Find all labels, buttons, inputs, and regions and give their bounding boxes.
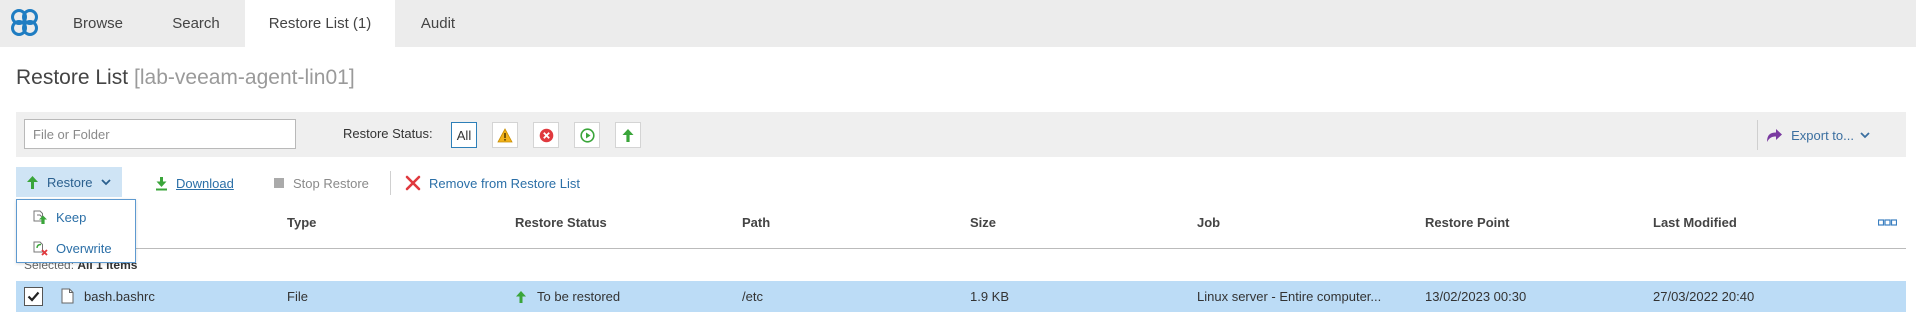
file-or-folder-search-input[interactable] xyxy=(24,119,296,149)
export-to-button[interactable]: Export to... xyxy=(1765,124,1878,146)
restore-dropdown-menu: Keep Overwrite xyxy=(16,199,136,263)
error-icon xyxy=(539,128,553,142)
file-icon xyxy=(61,288,74,304)
cell-restore-status: To be restored xyxy=(515,289,620,304)
restore-button-label: Restore xyxy=(47,174,93,190)
cell-size: 1.9 KB xyxy=(970,289,1010,304)
column-header-type[interactable]: Type xyxy=(287,215,316,230)
download-label: Download xyxy=(176,175,234,191)
page-title: Restore List [lab-veeam-agent-lin01] xyxy=(16,66,355,90)
table-header-divider xyxy=(16,248,1906,249)
warning-icon xyxy=(497,127,513,142)
status-filter-error-button[interactable] xyxy=(533,122,559,148)
download-icon xyxy=(156,176,167,190)
column-header-size[interactable]: Size xyxy=(970,215,996,230)
download-button[interactable]: Download xyxy=(155,173,234,193)
status-filter-all-label: All xyxy=(456,127,472,143)
remove-from-restore-list-label: Remove from Restore List xyxy=(429,175,580,191)
tab-browse[interactable]: Browse xyxy=(52,0,144,47)
column-header-last-modified[interactable]: Last Modified xyxy=(1653,215,1737,230)
remove-from-restore-list-button[interactable]: Remove from Restore List xyxy=(405,173,580,193)
arrow-up-icon xyxy=(27,175,38,189)
menu-item-keep[interactable]: Keep xyxy=(17,202,135,232)
column-header-restore-status[interactable]: Restore Status xyxy=(515,215,607,230)
menu-item-overwrite-label: Overwrite xyxy=(56,240,112,256)
filter-bar: Restore Status: All Export to... xyxy=(16,112,1906,157)
cell-name: bash.bashrc xyxy=(84,289,155,304)
cell-type: File xyxy=(287,289,308,304)
status-filter-all-button[interactable]: All xyxy=(451,122,477,148)
cell-restore-point: 13/02/2023 00:30 xyxy=(1425,289,1527,304)
cell-last-modified: 27/03/2022 20:40 xyxy=(1653,289,1755,304)
close-icon xyxy=(405,175,421,191)
cell-job: Linux server - Entire computer... xyxy=(1197,289,1382,304)
cell-restore-status-text: To be restored xyxy=(537,289,621,304)
restore-status-label: Restore Status: xyxy=(343,126,433,141)
tab-audit[interactable]: Audit xyxy=(397,0,479,47)
checkmark-icon xyxy=(27,291,40,302)
restore-keep-icon xyxy=(33,210,47,224)
row-checkbox[interactable] xyxy=(24,287,43,306)
menu-item-keep-label: Keep xyxy=(56,209,87,225)
status-filter-warning-button[interactable] xyxy=(492,122,518,148)
tab-restore-list[interactable]: Restore List (1) xyxy=(245,0,395,47)
app-logo-icon[interactable] xyxy=(6,5,42,41)
menu-item-overwrite[interactable]: Overwrite xyxy=(17,233,135,263)
toolbar-divider xyxy=(390,171,391,195)
status-filter-to-be-restored-button[interactable] xyxy=(615,122,641,148)
column-header-job[interactable]: Job xyxy=(1197,215,1220,230)
restore-button[interactable]: Restore xyxy=(16,167,122,197)
page-title-text: Restore List xyxy=(16,66,129,89)
export-arrow-icon xyxy=(1767,129,1783,142)
cell-path: /etc xyxy=(742,289,763,304)
arrow-up-icon xyxy=(622,128,634,142)
restore-overwrite-icon xyxy=(33,241,48,256)
stop-icon xyxy=(274,178,284,188)
status-filter-in-progress-button[interactable] xyxy=(574,122,600,148)
page-title-host: [lab-veeam-agent-lin01] xyxy=(134,66,355,89)
chevron-down-icon xyxy=(1860,131,1870,138)
column-header-path[interactable]: Path xyxy=(742,215,770,230)
chevron-down-icon xyxy=(100,178,111,185)
top-nav-bar: Browse Search Restore List (1) Audit xyxy=(0,0,1916,47)
filter-bar-divider xyxy=(1757,120,1758,150)
table-row[interactable]: bash.bashrc File To be restored /etc 1.9… xyxy=(16,281,1906,312)
column-header-restore-point[interactable]: Restore Point xyxy=(1425,215,1510,230)
export-to-label: Export to... xyxy=(1791,127,1854,143)
stop-restore-label: Stop Restore xyxy=(293,175,369,191)
stop-restore-button[interactable]: Stop Restore xyxy=(273,173,369,193)
arrow-up-icon xyxy=(516,290,526,303)
play-circle-icon xyxy=(579,127,595,143)
column-chooser-icon[interactable] xyxy=(1878,219,1897,227)
tab-search[interactable]: Search xyxy=(150,0,242,47)
